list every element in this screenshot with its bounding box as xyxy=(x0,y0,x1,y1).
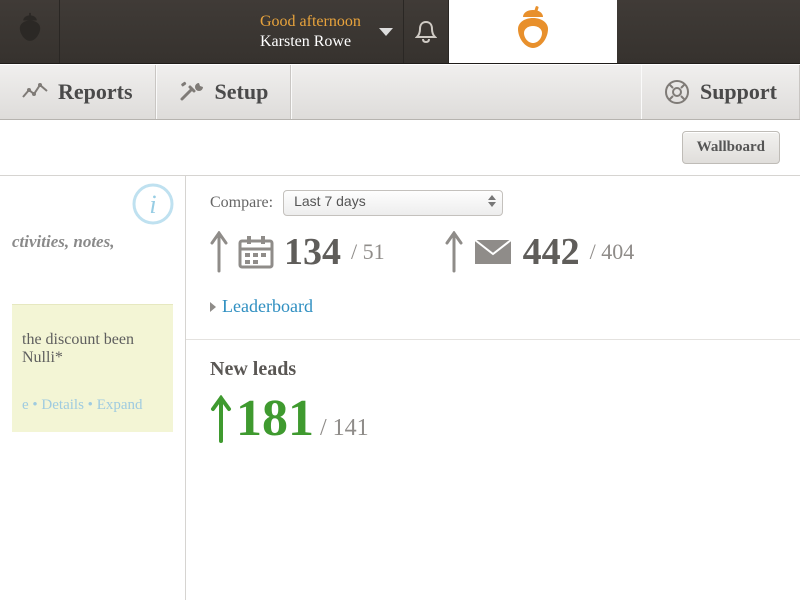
tools-icon xyxy=(179,81,205,103)
user-menu[interactable]: Good afternoon Karsten Rowe xyxy=(260,0,403,63)
highlight-text: the discount been Nulli* xyxy=(22,331,163,367)
stat-mail: 442 / 404 xyxy=(445,230,635,274)
highlight-links: e • Details • Expand xyxy=(22,397,163,414)
link-expand[interactable]: Expand xyxy=(97,397,143,413)
divider xyxy=(186,339,800,340)
link-details[interactable]: Details xyxy=(41,397,84,413)
left-panel: i ctivities, notes, the discount been Nu… xyxy=(0,176,186,600)
chart-line-icon xyxy=(22,82,48,102)
stat-mail-value: 442 xyxy=(523,230,580,274)
nav-support-label: Support xyxy=(700,79,777,105)
main-nav: Reports Setup Support xyxy=(0,64,800,120)
nav-setup[interactable]: Setup xyxy=(156,65,292,119)
left-blurb: ctivities, notes, xyxy=(12,232,173,252)
topbar: Good afternoon Karsten Rowe xyxy=(0,0,800,64)
stat-calendar-value: 134 xyxy=(284,230,341,274)
svg-text:i: i xyxy=(149,190,156,219)
arrow-up-icon xyxy=(210,395,232,443)
leaderboard-label: Leaderboard xyxy=(222,296,313,317)
brand-logo[interactable] xyxy=(449,0,617,63)
chevron-down-icon xyxy=(379,28,393,36)
compare-row: Compare: Last 7 days xyxy=(210,190,776,216)
sub-header: Wallboard xyxy=(0,120,800,176)
notifications-button[interactable] xyxy=(403,0,449,63)
lifebuoy-icon xyxy=(664,79,690,105)
compare-select[interactable]: Last 7 days xyxy=(283,190,503,216)
stats-row: 134 / 51 442 / 404 xyxy=(210,230,776,274)
new-leads-stat: 181 / 141 xyxy=(210,389,776,448)
new-leads-title: New leads xyxy=(210,358,776,381)
acorn-orange-icon xyxy=(508,4,558,59)
arrow-up-icon xyxy=(210,231,228,273)
stat-mail-compare: / 404 xyxy=(590,239,635,265)
arrow-up-icon xyxy=(445,231,463,273)
username-text: Karsten Rowe xyxy=(260,32,361,51)
wallboard-button[interactable]: Wallboard xyxy=(682,131,780,164)
calendar-icon xyxy=(238,235,274,269)
new-leads-compare: / 141 xyxy=(320,415,369,448)
greeting-text: Good afternoon xyxy=(260,12,361,31)
main-panel: Compare: Last 7 days 134 / 51 xyxy=(186,176,800,600)
mail-icon xyxy=(473,238,513,266)
compare-selected: Last 7 days xyxy=(294,193,366,209)
nav-setup-label: Setup xyxy=(215,79,269,105)
nav-reports[interactable]: Reports xyxy=(0,65,156,119)
bell-icon xyxy=(415,20,437,44)
nav-support[interactable]: Support xyxy=(641,65,800,119)
app-logo-dark[interactable] xyxy=(0,0,60,63)
highlight-card: the discount been Nulli* e • Details • E… xyxy=(12,304,173,432)
triangle-right-icon xyxy=(210,302,216,312)
new-leads-value: 181 xyxy=(236,389,314,448)
compare-label: Compare: xyxy=(210,194,273,212)
stat-calendar-compare: / 51 xyxy=(351,239,385,265)
select-caret-icon xyxy=(488,195,496,207)
leaderboard-link[interactable]: Leaderboard xyxy=(210,296,776,317)
stat-calendar: 134 / 51 xyxy=(210,230,385,274)
info-icon[interactable]: i xyxy=(131,182,175,226)
acorn-icon xyxy=(13,12,47,51)
nav-reports-label: Reports xyxy=(58,79,133,105)
